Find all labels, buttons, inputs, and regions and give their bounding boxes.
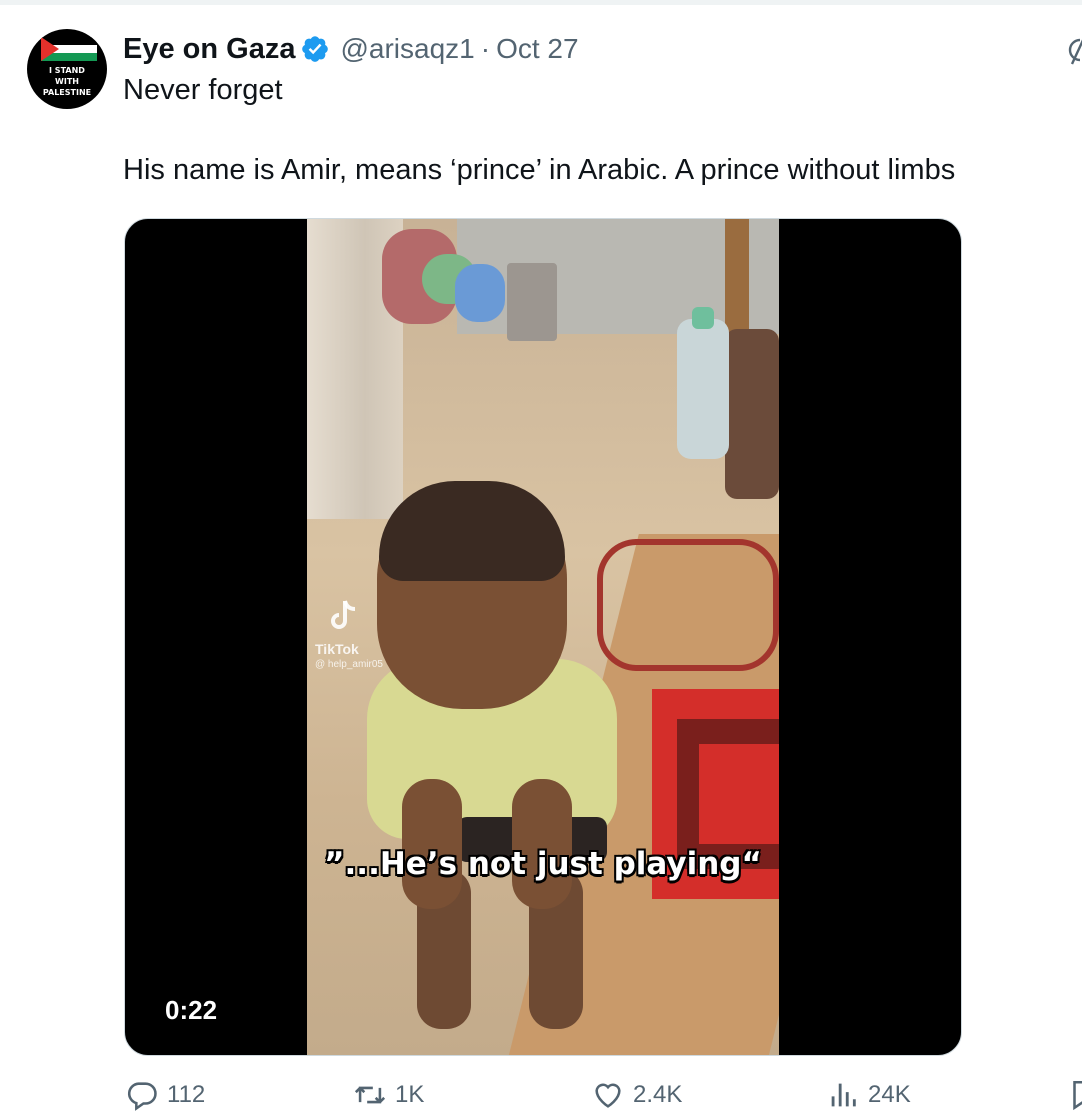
video-scene-child xyxy=(402,779,462,909)
heart-icon xyxy=(595,1083,621,1108)
grok-icon[interactable] xyxy=(1066,36,1082,66)
video-scene-child xyxy=(379,481,565,581)
view-count: 24K xyxy=(868,1081,911,1108)
video-caption: ”...He’s not just playing“ xyxy=(324,846,762,882)
palestine-flag-icon xyxy=(41,37,97,61)
video-scene-rug-pattern xyxy=(597,539,779,671)
repost-count: 1K xyxy=(395,1081,425,1108)
avatar[interactable]: I STAND WITH PALESTINE xyxy=(27,29,107,109)
display-name[interactable]: Eye on Gaza xyxy=(123,33,295,66)
views-button[interactable]: 24K xyxy=(826,1078,911,1112)
reply-icon xyxy=(127,1082,157,1111)
avatar-text-line: I STAND xyxy=(49,66,85,75)
user-handle[interactable]: @arisaqz1 xyxy=(340,33,474,65)
video-scene-object xyxy=(507,263,557,341)
repost-button[interactable]: 1K xyxy=(353,1078,424,1112)
tiktok-watermark-name: TikTok xyxy=(315,641,359,657)
avatar-text: I STAND WITH PALESTINE xyxy=(27,65,107,98)
video-duration: 0:22 xyxy=(165,995,218,1025)
top-divider xyxy=(0,0,1082,5)
reply-count: 112 xyxy=(167,1081,206,1108)
tweet-actions: 112 1K 2.4K 24K xyxy=(0,1078,1082,1112)
verified-badge-icon[interactable] xyxy=(300,34,330,64)
tweet-text-line: His name is Amir, means ‘prince’ in Arab… xyxy=(123,154,956,186)
repost-icon xyxy=(354,1086,386,1104)
video-frame[interactable]: TikTok @ help_amir05 ”...He’s not just p… xyxy=(307,219,779,1055)
video-player[interactable]: TikTok @ help_amir05 ”...He’s not just p… xyxy=(124,218,962,1056)
tweet-date[interactable]: Oct 27 xyxy=(496,33,578,65)
video-scene-object xyxy=(455,264,505,322)
views-chart-icon xyxy=(831,1083,856,1107)
like-button[interactable]: 2.4K xyxy=(591,1078,682,1112)
bookmark-button[interactable] xyxy=(1066,1078,1082,1112)
tiktok-logo-icon xyxy=(331,600,356,629)
video-scene-object xyxy=(677,319,729,459)
tiktok-watermark-user: @ help_amir05 xyxy=(315,659,383,670)
reply-button[interactable]: 112 xyxy=(125,1078,205,1112)
like-count: 2.4K xyxy=(633,1081,683,1108)
separator-dot: · xyxy=(480,33,491,64)
video-scene-child xyxy=(512,779,572,909)
tweet-header: Eye on Gaza @arisaqz1 · Oct 27 xyxy=(123,30,579,68)
avatar-text-line: WITH xyxy=(55,77,79,86)
avatar-text-line: PALESTINE xyxy=(42,88,92,97)
video-scene-rug-pattern xyxy=(699,744,779,844)
tweet-text-line: Never forget xyxy=(123,74,283,106)
video-scene-object xyxy=(725,329,779,499)
bookmark-icon xyxy=(1073,1080,1082,1111)
video-scene-object xyxy=(692,307,714,329)
